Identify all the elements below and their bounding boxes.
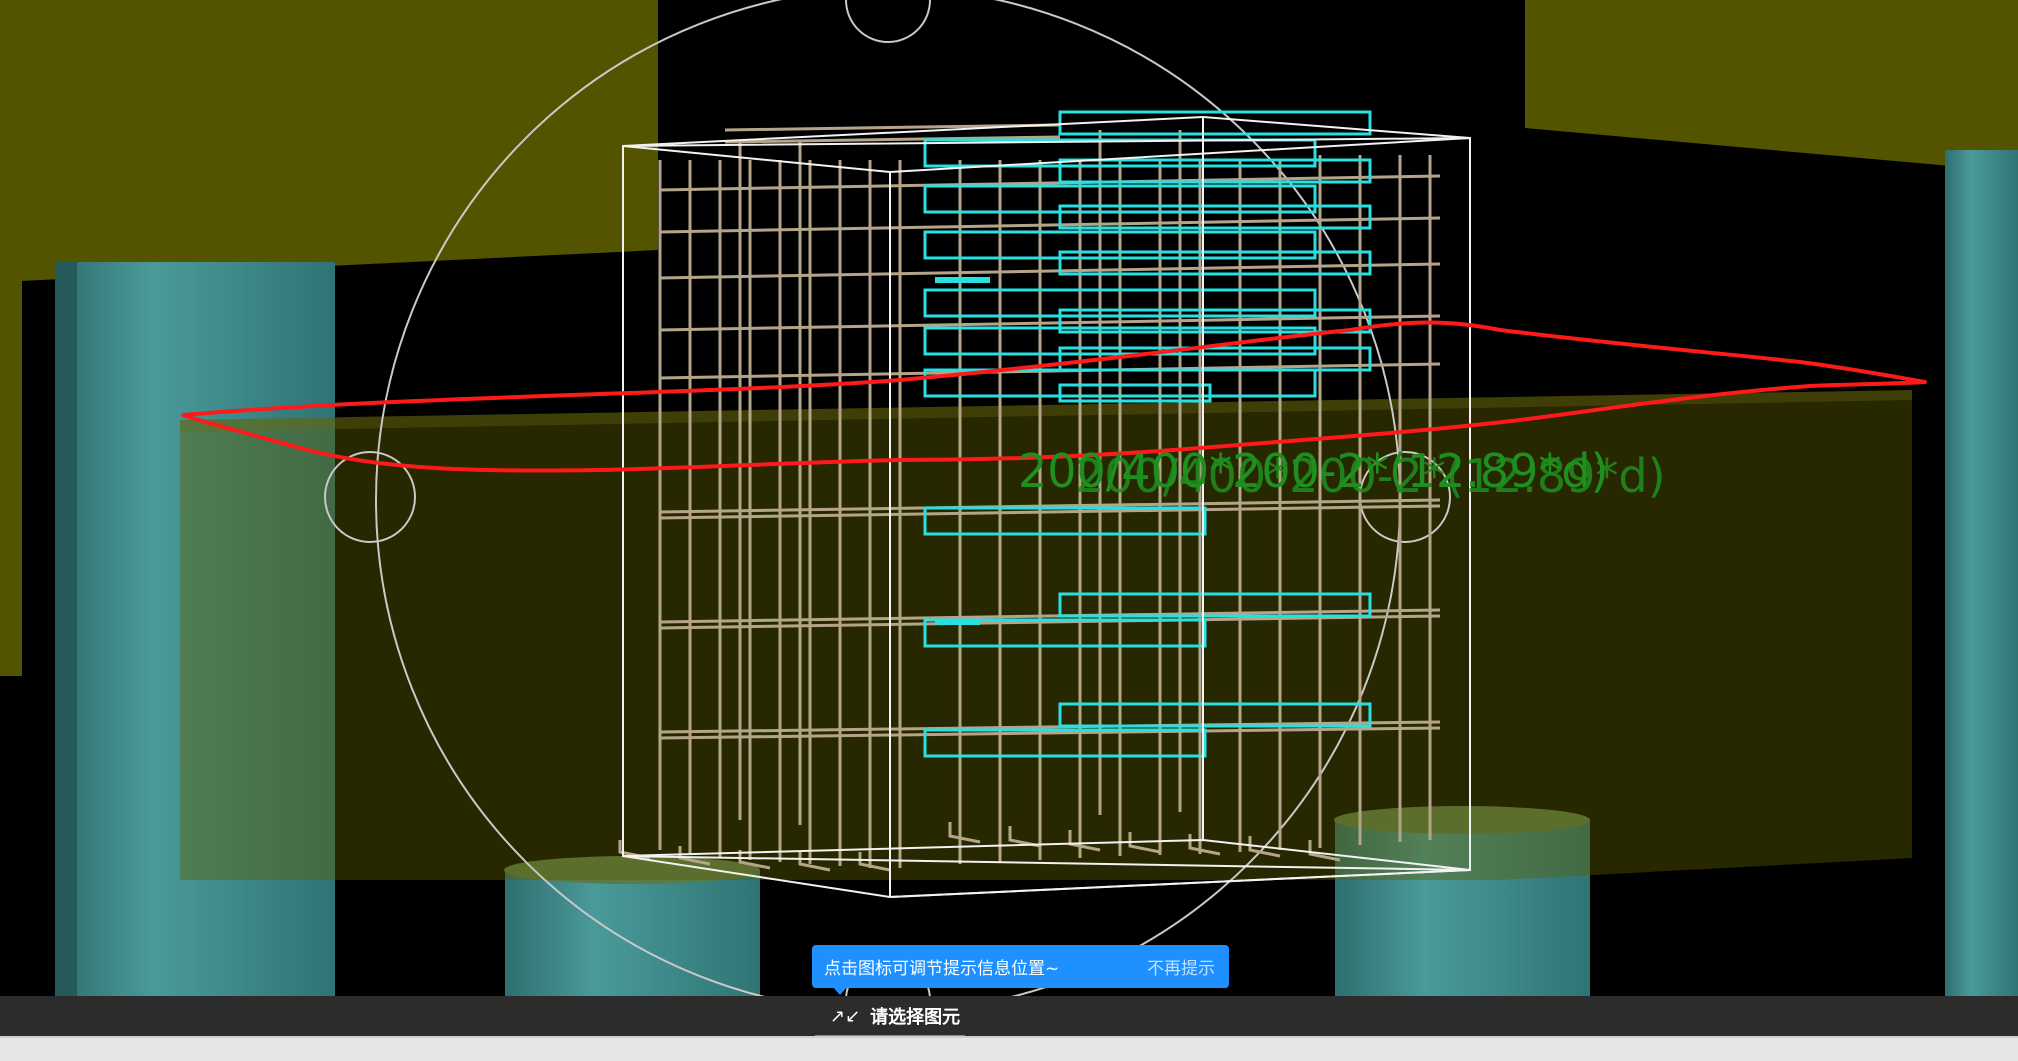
tooltip-message: 点击图标可调节提示信息位置~	[824, 959, 1060, 979]
dont-show-again-button[interactable]: 不再提示	[1147, 954, 1215, 979]
scene-canvas[interactable]: 200/400*200-2*(12.89*d) 200/400*200-2*(1…	[0, 0, 2018, 1061]
dimension-labels: 200/400*200-2*(12.89*d) 200/400*200-2*(1…	[1018, 444, 1666, 503]
slab-right	[1525, 0, 2018, 172]
dimension-label-overlap: 200/400*200-2*(12.89*d)	[1075, 449, 1666, 503]
column-right	[1945, 150, 2018, 1002]
status-prompt-text: 请选择图元	[870, 1007, 961, 1028]
status-prompt: ↗↙ 请选择图元	[830, 1000, 960, 1032]
hint-tooltip[interactable]: 点击图标可调节提示信息位置~ 不再提示	[812, 945, 1229, 988]
tooltip-arrow	[832, 986, 848, 995]
select-cursor-icon: ↗↙	[830, 1005, 861, 1027]
command-status-bar	[0, 996, 2018, 1036]
bottom-panel-strip	[0, 1036, 2018, 1061]
3d-viewport[interactable]: 200/400*200-2*(12.89*d) 200/400*200-2*(1…	[0, 0, 2018, 1061]
